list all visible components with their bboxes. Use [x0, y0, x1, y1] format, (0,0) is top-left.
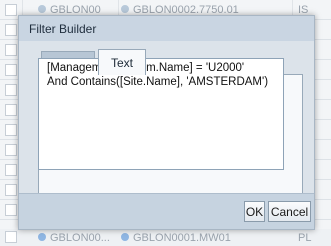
row-checkbox[interactable] — [5, 104, 17, 116]
filter-builder-dialog: Filter Builder Visual Text [ManagementSy… — [18, 15, 315, 230]
dialog-title[interactable]: Filter Builder — [19, 16, 314, 41]
status-dot-icon — [38, 5, 46, 13]
grid-cell: PL — [298, 232, 312, 244]
filter-expression-editor[interactable]: [ManagementSystem.Name] = 'U2000' And Co… — [38, 58, 284, 170]
row-checkbox[interactable] — [5, 124, 17, 136]
status-dot-icon — [38, 233, 46, 241]
row-checkbox[interactable] — [5, 144, 17, 156]
row-checkbox[interactable] — [5, 184, 17, 196]
grid-cell: GBLON00... — [38, 232, 110, 244]
row-checkbox[interactable] — [5, 84, 17, 96]
row-checkbox[interactable] — [5, 24, 17, 36]
row-checkbox[interactable] — [5, 231, 17, 243]
row-checkbox[interactable] — [5, 204, 17, 216]
tab-text[interactable]: Text — [98, 49, 146, 75]
status-dot-icon — [121, 5, 129, 13]
dialog-footer: OK Cancel — [19, 193, 314, 229]
row-checkbox[interactable] — [5, 164, 17, 176]
row-checkbox[interactable] — [5, 4, 17, 16]
status-dot-icon — [121, 233, 129, 241]
row-checkbox[interactable] — [5, 64, 17, 76]
table-row[interactable]: GBLON00... GBLON0001.MW01 PL — [0, 229, 331, 246]
ok-button[interactable]: OK — [244, 201, 265, 222]
grid-cell: GBLON0001.MW01 — [121, 232, 231, 244]
cancel-button[interactable]: Cancel — [268, 201, 311, 222]
row-checkbox[interactable] — [5, 44, 17, 56]
